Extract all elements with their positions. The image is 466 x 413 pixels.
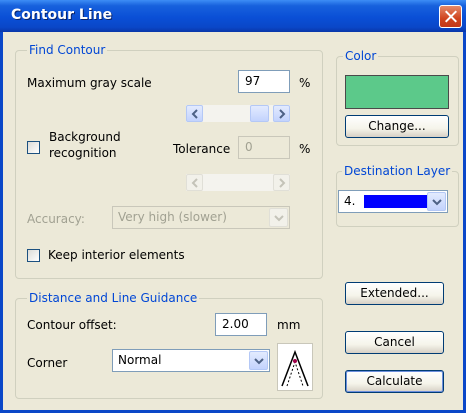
cancel-button[interactable]: Cancel [345, 331, 444, 354]
window-title: Contour Line [11, 7, 113, 23]
chevron-right-icon [279, 178, 286, 188]
max-gray-input[interactable]: 97 [238, 70, 290, 93]
title-bar: Contour Line [0, 0, 466, 32]
extended-button[interactable]: Extended... [345, 282, 444, 305]
destination-legend: Destination Layer [342, 164, 453, 178]
chevron-down-icon [254, 358, 264, 365]
corner-dropdown-button[interactable] [249, 351, 268, 370]
background-recognition-label-line2: recognition [49, 146, 117, 160]
find-contour-legend: Find Contour [27, 43, 108, 57]
tolerance-unit: % [299, 142, 311, 156]
accuracy-select[interactable]: Very high (slower) [112, 206, 290, 229]
keep-interior-label: Keep interior elements [48, 248, 185, 262]
chevron-left-icon [191, 109, 198, 119]
tolerance-left-button[interactable] [186, 174, 203, 191]
chevron-left-icon [191, 178, 198, 188]
close-icon[interactable] [439, 5, 462, 28]
corner-value: Normal [118, 353, 162, 367]
contour-offset-unit: mm [277, 318, 301, 332]
keep-interior-checkbox[interactable] [27, 249, 40, 262]
slider-thumb[interactable] [250, 105, 269, 122]
layer-color-swatch [364, 195, 427, 208]
chevron-down-icon [274, 215, 284, 222]
background-recognition-checkbox[interactable] [27, 141, 40, 154]
contour-offset-label: Contour offset: [27, 318, 117, 332]
tolerance-input[interactable]: 0 [238, 136, 290, 159]
accuracy-value: Very high (slower) [118, 210, 227, 224]
destination-layer-select[interactable]: 4. [338, 190, 448, 213]
corner-preview-icon [281, 349, 309, 387]
background-recognition-label-line1: Background [49, 130, 121, 144]
layer-number: 4. [344, 194, 356, 208]
corner-select[interactable]: Normal [112, 349, 270, 372]
max-gray-unit: % [299, 76, 311, 90]
chevron-right-icon [279, 109, 286, 119]
slider-right-button[interactable] [273, 105, 290, 122]
contour-offset-input[interactable]: 2.00 [215, 313, 267, 336]
tolerance-label: Tolerance [173, 142, 231, 156]
calculate-button[interactable]: Calculate [345, 370, 444, 393]
color-legend: Color [343, 49, 379, 63]
destination-dropdown-button[interactable] [427, 192, 446, 211]
corner-label: Corner [27, 356, 68, 370]
tolerance-right-button[interactable] [273, 174, 290, 191]
corner-preview [277, 343, 313, 391]
accuracy-label: Accuracy: [27, 212, 85, 226]
change-color-button[interactable]: Change... [345, 115, 449, 138]
chevron-down-icon [432, 199, 442, 206]
max-gray-label: Maximum gray scale [27, 76, 152, 90]
distance-legend: Distance and Line Guidance [27, 291, 200, 305]
color-swatch[interactable] [345, 75, 449, 109]
slider-left-button[interactable] [186, 105, 203, 122]
accuracy-dropdown-button[interactable] [269, 208, 288, 227]
